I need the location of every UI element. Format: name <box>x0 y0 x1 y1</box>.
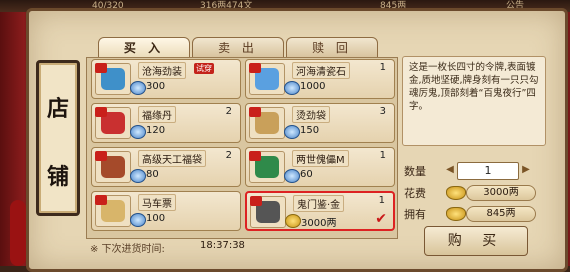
gold-ingot-icon <box>446 186 466 200</box>
item-thumbnail <box>95 63 131 95</box>
item-count: 1 <box>379 150 386 161</box>
tab-sell[interactable]: 卖 出 <box>192 37 284 59</box>
item-thumbnail <box>95 151 131 183</box>
owned-value: 845两 <box>466 206 536 222</box>
try-on-badge[interactable]: 试穿 <box>194 63 214 74</box>
hot-tag-icon <box>95 151 107 161</box>
hot-tag-icon <box>95 195 107 205</box>
item-name: 河海清瓷石 <box>292 62 350 79</box>
currency-icon <box>130 81 146 95</box>
currency-icon <box>130 125 146 139</box>
selected-check-icon: ✔ <box>375 211 387 227</box>
currency-icon <box>130 169 146 183</box>
currency-icon <box>284 169 300 183</box>
item-name: 福缘丹 <box>138 106 176 123</box>
item-count: 1 <box>379 62 386 73</box>
item-price: 100 <box>146 213 166 224</box>
shop-item[interactable]: 高级天工福袋 2 80 <box>91 147 241 187</box>
item-price: 80 <box>146 169 159 180</box>
item-price: 60 <box>300 169 313 180</box>
shop-item[interactable]: 烫劲袋 3 150 <box>245 103 395 143</box>
item-count: 1 <box>378 195 385 206</box>
hot-tag-icon <box>95 63 107 73</box>
shop-item[interactable]: 马车票 100 <box>91 191 241 231</box>
gold-ingot-icon <box>446 207 466 221</box>
quantity-increase-button[interactable]: ▶ <box>520 162 532 178</box>
hot-tag-icon <box>249 151 261 161</box>
item-thumbnail <box>250 196 286 228</box>
currency-icon <box>130 213 146 227</box>
sign-char-2: 铺 <box>46 164 69 190</box>
shop-item[interactable]: 河海清瓷石 1 1000 <box>245 59 395 99</box>
item-thumbnail <box>95 107 131 139</box>
item-price: 300 <box>146 81 166 92</box>
shop-item[interactable]: 鬼门鉴·金 1 3000两 ✔ <box>245 191 395 231</box>
tab-buy[interactable]: 买 入 <box>98 37 190 59</box>
hot-tag-icon <box>95 107 107 117</box>
hot-tag-icon <box>249 107 261 117</box>
sign-char-1: 店 <box>46 96 69 122</box>
shop-item[interactable]: 福缘丹 2 120 <box>91 103 241 143</box>
item-name: 马车票 <box>138 194 176 211</box>
cost-value: 3000两 <box>466 185 536 201</box>
currency-icon <box>284 81 300 95</box>
item-thumbnail <box>249 63 285 95</box>
quantity-input[interactable]: 1 <box>457 162 519 180</box>
currency-icon <box>285 214 301 228</box>
item-price: 120 <box>146 125 166 136</box>
buy-button[interactable]: 购 买 <box>424 226 528 256</box>
owned-label: 拥有 <box>404 208 426 221</box>
item-description: 这是一枚长四寸的令牌,表面镀金,质地坚硬,牌身刻有一只只勾魂厉鬼,顶部刻着“百鬼… <box>402 56 546 146</box>
quantity-decrease-button[interactable]: ◀ <box>444 162 456 178</box>
shop-sign: 店 铺 <box>36 60 80 216</box>
restock-label: ※ 下次进货时间: <box>90 244 165 255</box>
item-name: 两世傀儡M <box>292 150 349 167</box>
quantity-label: 数量 <box>404 165 426 178</box>
currency-icon <box>284 125 300 139</box>
cost-label: 花费 <box>404 187 426 200</box>
item-count: 2 <box>225 150 232 161</box>
item-name: 烫劲袋 <box>292 106 330 123</box>
item-thumbnail <box>95 195 131 227</box>
item-thumbnail <box>249 107 285 139</box>
hot-tag-icon <box>249 63 261 73</box>
item-price: 3000两 <box>301 218 337 229</box>
hot-tag-icon <box>250 196 262 206</box>
item-thumbnail <box>249 151 285 183</box>
item-price: 1000 <box>300 81 326 92</box>
item-price: 150 <box>300 125 320 136</box>
restock-time: 18:37:38 <box>200 240 245 251</box>
shop-item[interactable]: 沧海劲装 试穿 300 <box>91 59 241 99</box>
item-name: 鬼门鉴·金 <box>293 195 345 212</box>
tassel-decoration <box>10 200 26 266</box>
item-name: 高级天工福袋 <box>138 150 206 167</box>
item-count: 3 <box>379 106 386 117</box>
item-count: 2 <box>225 106 232 117</box>
item-name: 沧海劲装 <box>138 62 186 79</box>
shop-item[interactable]: 两世傀儡M 1 60 <box>245 147 395 187</box>
tab-redeem[interactable]: 赎 回 <box>286 37 378 59</box>
